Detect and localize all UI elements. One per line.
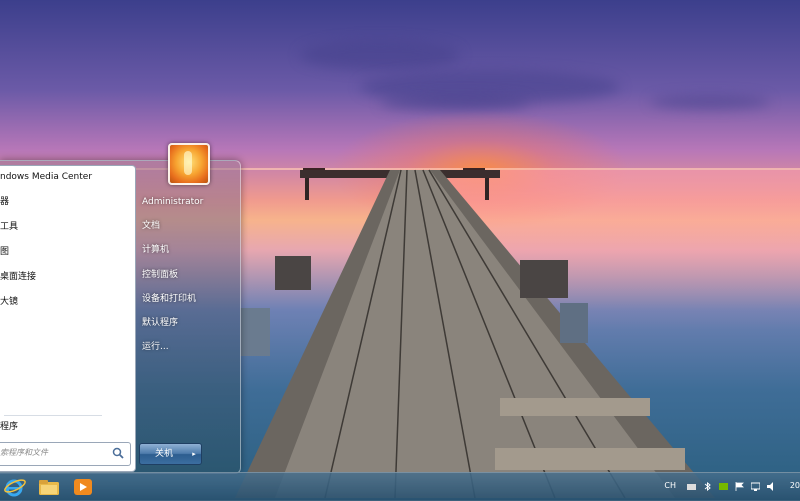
right-item-administrator[interactable]: Administrator — [142, 192, 203, 212]
media-player-icon[interactable] — [70, 476, 96, 498]
user-avatar[interactable] — [168, 143, 210, 185]
search-icon[interactable] — [112, 447, 124, 459]
program-item-2[interactable]: 器 — [0, 191, 134, 213]
volume-icon[interactable] — [767, 482, 776, 491]
right-item-devices-printers[interactable]: 设备和打印机 — [142, 289, 196, 309]
search-input[interactable]: 索程序和文件 — [0, 442, 131, 466]
clock[interactable]: 20 — [790, 481, 800, 490]
keyboard-icon[interactable] — [687, 482, 696, 491]
program-item-windows-media-center[interactable]: ndows Media Center — [0, 166, 134, 188]
shutdown-options-button[interactable]: ▸ — [187, 443, 202, 465]
right-item-control-panel[interactable]: 控制面板 — [142, 265, 178, 285]
shutdown-button[interactable]: 关机 — [139, 443, 189, 465]
pier-image — [235, 168, 715, 498]
program-item-magnifier[interactable]: 大镜 — [0, 291, 134, 313]
search-placeholder: 索程序和文件 — [0, 448, 48, 457]
internet-explorer-icon[interactable] — [2, 476, 28, 498]
folder-icon[interactable] — [36, 476, 62, 498]
program-item-4[interactable]: 图 — [0, 241, 134, 263]
right-item-computer[interactable]: 计算机 — [142, 240, 169, 260]
taskbar: CH 20 — [0, 472, 800, 501]
program-item-remote-desktop[interactable]: 桌面连接 — [0, 266, 134, 288]
menu-divider — [4, 415, 102, 416]
right-item-default-programs[interactable]: 默认程序 — [142, 313, 178, 333]
language-indicator[interactable]: CH — [664, 481, 676, 490]
right-item-documents[interactable]: 文档 — [142, 216, 160, 236]
nvidia-icon[interactable] — [719, 482, 728, 491]
program-item-3[interactable]: 工具 — [0, 216, 134, 238]
network-icon[interactable] — [751, 482, 760, 491]
bluetooth-icon[interactable] — [703, 482, 712, 491]
program-list-pane: ndows Media Center 器 工具 图 桌面连接 大镜 程序 — [0, 165, 136, 472]
right-item-run[interactable]: 运行... — [142, 337, 169, 357]
flag-icon[interactable] — [735, 482, 744, 491]
all-programs-item[interactable]: 程序 — [0, 416, 134, 438]
